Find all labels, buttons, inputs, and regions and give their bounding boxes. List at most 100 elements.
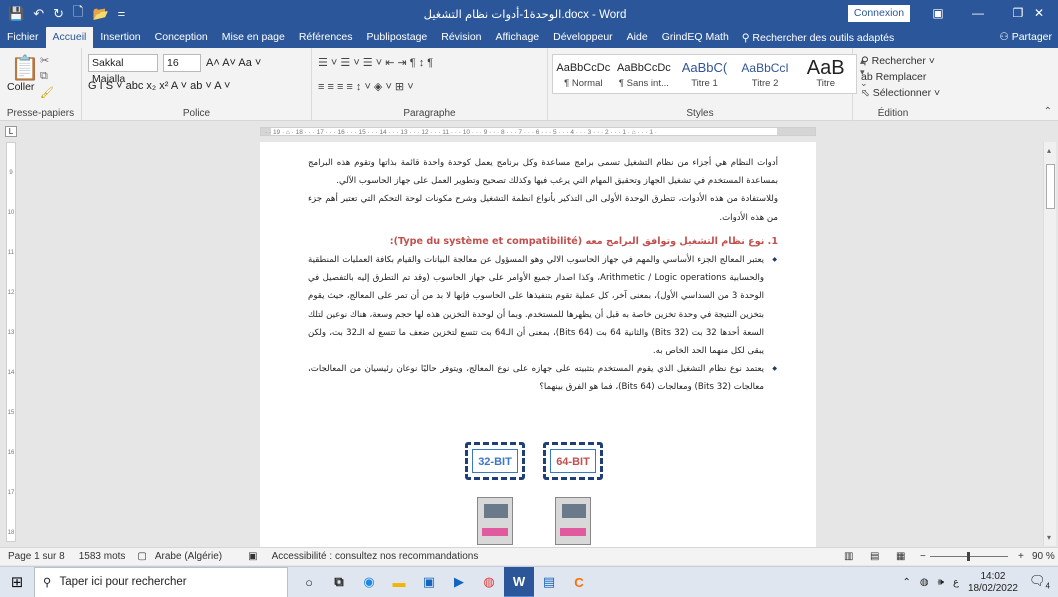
file-explorer-icon[interactable]: ▬ [384, 567, 414, 597]
paragraph-list-buttons[interactable]: ☰ ˅ ☰ ˅ ☰ ˅ ⇤ ⇥ ¶ ↕ ¶ [318, 56, 433, 69]
macro-icon[interactable]: ▣ [248, 551, 257, 562]
cut-icon[interactable]: ✂ [40, 54, 49, 67]
redo-icon[interactable]: ↻ [53, 6, 64, 22]
style-titre-2[interactable]: AaBbCcI Titre 2 [735, 55, 796, 93]
style-no-spacing-name: ¶ Sans int... [618, 78, 669, 89]
store-icon[interactable]: ▣ [414, 567, 444, 597]
cpu-images[interactable]: 32-BIT 64-BIT [465, 442, 615, 547]
web-layout-icon[interactable]: ▦ [896, 551, 905, 562]
find-button[interactable]: ⚲ Rechercher ˅ [861, 55, 940, 67]
document-body[interactable]: أدوات النظام هي أجزاء من نظام التشغيل تس… [308, 154, 778, 397]
edge-icon[interactable]: ◉ [354, 567, 384, 597]
accessibility-status[interactable]: Accessibilité : consultez nos recommanda… [272, 551, 479, 562]
media-player-icon[interactable]: ▶ [444, 567, 474, 597]
ruler-scale: · · 19 · ⌂ · 18 · · · 17 · · · 16 · · · … [265, 129, 657, 136]
new-document-icon[interactable]: 🗋 [73, 3, 83, 25]
ruler-tick: 18 [7, 530, 15, 536]
cursor-icon: ⬁ [861, 87, 873, 99]
horizontal-ruler[interactable]: · · 19 · ⌂ · 18 · · · 17 · · · 16 · · · … [260, 127, 816, 136]
orange-app-icon[interactable]: C [564, 567, 594, 597]
style-normal-name: ¶ Normal [564, 78, 603, 89]
editing-group-label: Édition [877, 108, 909, 119]
share-button[interactable]: ⚇ Partager [999, 27, 1052, 48]
motherboard-64-icon [555, 497, 591, 545]
tab-developpeur[interactable]: Développeur [546, 27, 620, 48]
collapse-ribbon-icon[interactable]: ⌃ [1044, 106, 1052, 117]
tab-insertion[interactable]: Insertion [93, 27, 147, 48]
format-painter-icon[interactable]: 🖌 [40, 86, 54, 99]
chrome-icon[interactable]: ◍ [474, 567, 504, 597]
ribbon-display-options-icon[interactable]: ▣ [918, 0, 958, 27]
notification-center-icon[interactable]: 🗨4 [1029, 573, 1050, 591]
tab-fichier[interactable]: Fichier [0, 27, 46, 48]
font-format-buttons[interactable]: G I S ˅ abc x₂ x² A ˅ ab ˅ A ˅ [88, 80, 230, 92]
page-count[interactable]: Page 1 sur 8 [8, 551, 65, 562]
tab-references[interactable]: Références [292, 27, 360, 48]
network-icon[interactable]: ◍ [920, 577, 929, 588]
tab-stop-selector[interactable]: L [5, 126, 17, 137]
font-size-dropdown[interactable]: 16 [163, 54, 201, 72]
undo-icon[interactable]: ↶ [33, 6, 44, 22]
language-icon[interactable]: ع [953, 577, 959, 588]
paste-icon[interactable]: 📋 [10, 54, 40, 83]
paragraph-align-buttons[interactable]: ≡ ≡ ≡ ≡ ↕ ˅ ◈ ˅ ⊞ ˅ [318, 80, 414, 93]
tab-accueil[interactable]: Accueil [45, 27, 94, 48]
style-no-spacing[interactable]: AaBbCcDc ¶ Sans int... [614, 55, 675, 93]
zoom-out-icon[interactable]: − [920, 551, 926, 562]
zoom-in-icon[interactable]: + [1018, 551, 1024, 562]
customize-qat-icon[interactable]: = [118, 6, 126, 21]
font-name-dropdown[interactable]: Sakkal Majalla [88, 54, 158, 85]
tab-affichage[interactable]: Affichage [489, 27, 547, 48]
app-icon[interactable]: ▤ [534, 567, 564, 597]
font-group: Sakkal Majalla 16 A˄ A˅ Aa ˅ G I S ˅ abc… [82, 48, 312, 121]
paste-label[interactable]: Coller [7, 81, 34, 93]
scrollbar-thumb[interactable] [1046, 164, 1055, 209]
font-size-controls[interactable]: A˄ A˅ Aa ˅ [206, 57, 261, 69]
minimize-icon[interactable]: — [958, 0, 998, 27]
notification-count: 4 [1045, 581, 1050, 591]
language-indicator[interactable]: Arabe (Algérie) [155, 551, 222, 562]
tab-revision[interactable]: Révision [434, 27, 488, 48]
style-titre-1[interactable]: AaBbC(Titre 1 [674, 55, 735, 93]
tab-aide[interactable]: Aide [620, 27, 655, 48]
proofing-icon[interactable]: ▢ [137, 551, 146, 562]
windows-start-icon[interactable]: ⊞ [0, 567, 34, 597]
ruler-tick [7, 183, 15, 203]
ruler-right-margin [777, 128, 815, 135]
close-icon[interactable]: ✕ [1020, 0, 1058, 27]
tab-conception[interactable]: Conception [148, 27, 215, 48]
read-mode-icon[interactable]: ▥ [844, 551, 853, 562]
clock[interactable]: 14:02 18/02/2022 [968, 571, 1018, 595]
cortana-icon[interactable]: ○ [294, 567, 324, 597]
taskbar-search-box[interactable]: ⚲ Taper ici pour rechercher [34, 566, 288, 597]
find-label: Rechercher [871, 55, 926, 67]
styles-group: AaBbCcDc ¶ Normal AaBbCcDc ¶ Sans int... A… [548, 48, 868, 121]
replace-button[interactable]: ab Remplacer [861, 71, 940, 83]
tab-publipostage[interactable]: Publipostage [360, 27, 435, 48]
volume-icon[interactable]: 🕪 [938, 577, 944, 588]
zoom-level[interactable]: 90 % [1032, 551, 1055, 562]
replace-label: Remplacer [875, 71, 927, 83]
tab-mise-en-page[interactable]: Mise en page [215, 27, 292, 48]
connexion-button[interactable]: Connexion [848, 5, 910, 22]
scroll-up-icon[interactable]: ▴ [1047, 146, 1051, 155]
save-icon[interactable]: 💾 [8, 6, 24, 22]
style-normal[interactable]: AaBbCcDc ¶ Normal [553, 55, 614, 93]
select-button[interactable]: ⬁ Sélectionner ˅ [861, 87, 940, 99]
style-titre[interactable]: AaB Titre [795, 55, 856, 93]
zoom-slider-knob[interactable] [967, 552, 970, 561]
tab-grindeq-math[interactable]: GrindEQ Math [655, 27, 736, 48]
print-layout-icon[interactable]: ▤ [870, 551, 879, 562]
vertical-ruler[interactable]: 9 10 11 12 13 14 15 16 17 18 [6, 142, 16, 542]
word-taskbar-icon[interactable]: W [504, 566, 534, 597]
vertical-scrollbar[interactable]: ▴ ▾ [1043, 142, 1056, 546]
open-folder-icon[interactable]: 📂 [92, 6, 108, 22]
word-count[interactable]: 1583 mots [79, 551, 126, 562]
show-hidden-icons-icon[interactable]: ⌃ [903, 577, 911, 588]
scroll-down-icon[interactable]: ▾ [1047, 533, 1051, 542]
ruler-tick [7, 303, 15, 323]
copy-icon[interactable]: ⧉ [40, 70, 48, 83]
tell-me-search[interactable]: ⚲ Rechercher des outils adaptés [742, 32, 894, 44]
task-view-icon[interactable]: ⧉ [324, 567, 354, 597]
document-page[interactable]: أدوات النظام هي أجزاء من نظام التشغيل تس… [260, 142, 816, 547]
